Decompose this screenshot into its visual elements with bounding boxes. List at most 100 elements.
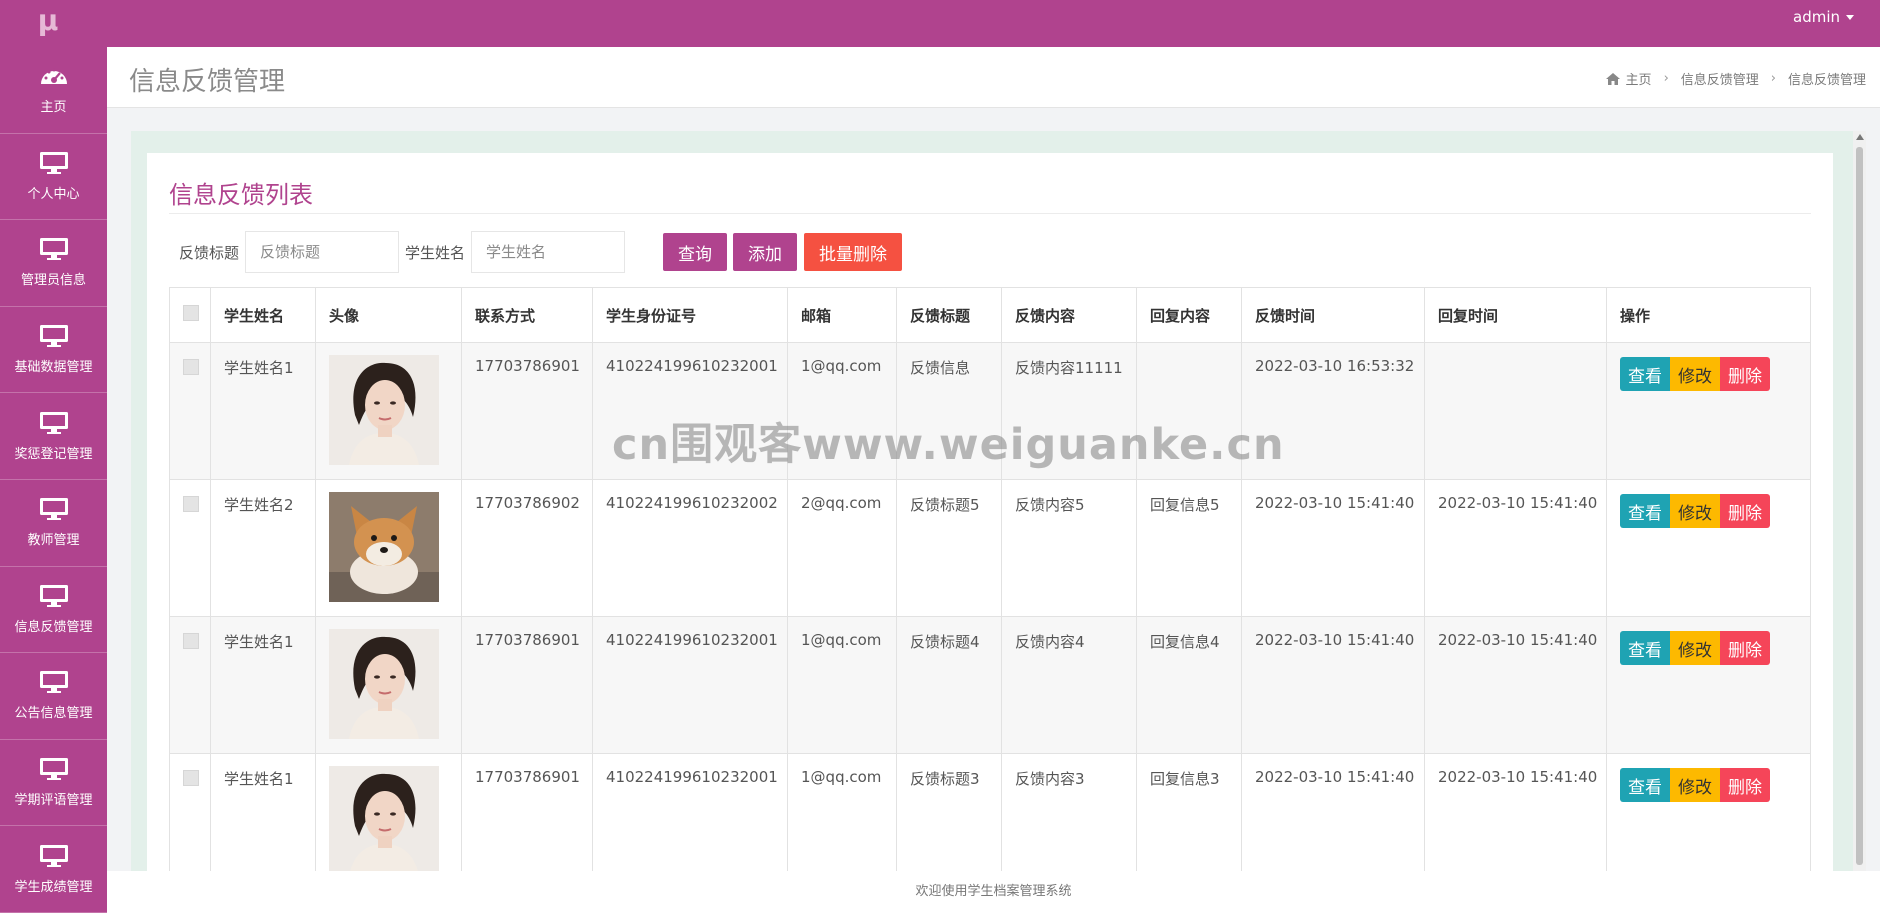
feedback-table: 学生姓名 头像 联系方式 学生身份证号 邮箱 反馈标题 反馈内容 回复内容 反馈… <box>169 287 1811 871</box>
feedback-title-cell: 反馈信息 <box>896 342 1002 480</box>
avatar-cell <box>315 342 462 480</box>
sidebar-item-admins[interactable]: 管理员信息 <box>0 220 107 307</box>
sidebar-item-profile[interactable]: 个人中心 <box>0 134 107 221</box>
column-header: 学生身份证号 <box>592 287 788 343</box>
row-checkbox[interactable] <box>183 633 199 649</box>
view-button[interactable]: 查看 <box>1620 494 1670 528</box>
batch-delete-button[interactable]: 批量删除 <box>804 233 903 271</box>
sidebar-item-feedback[interactable]: 信息反馈管理 <box>0 567 107 654</box>
feedback-title-input[interactable] <box>245 231 400 273</box>
user-menu[interactable]: admin <box>1793 8 1854 26</box>
scrollbar-thumb[interactable] <box>1856 147 1863 865</box>
student-name-cell: 学生姓名2 <box>210 479 316 617</box>
reply-content-cell <box>1136 342 1242 480</box>
sidebar-item-label: 个人中心 <box>27 186 80 202</box>
row-checkbox[interactable] <box>183 770 199 786</box>
feedback-title-label: 反馈标题 <box>179 243 240 262</box>
monitor-icon <box>39 844 68 867</box>
sidebar-item-label: 学生成绩管理 <box>14 879 93 895</box>
table-header-row: 学生姓名 头像 联系方式 学生身份证号 邮箱 反馈标题 反馈内容 回复内容 反馈… <box>169 287 1811 343</box>
column-header: 反馈标题 <box>896 287 1002 343</box>
phone-cell: 17703786902 <box>461 479 593 617</box>
email-cell: 2@qq.com <box>787 479 897 617</box>
view-button[interactable]: 查看 <box>1620 357 1670 391</box>
email-cell: 1@qq.com <box>787 616 897 754</box>
woman-portrait-avatar <box>329 629 439 739</box>
panel-title: 信息反馈列表 <box>169 181 313 209</box>
edit-button[interactable]: 修改 <box>1670 768 1720 802</box>
delete-button[interactable]: 删除 <box>1720 768 1770 802</box>
feedback-title-cell: 反馈标题3 <box>896 753 1002 871</box>
student-name-cell: 学生姓名1 <box>210 753 316 871</box>
sidebar-item-notices[interactable]: 公告信息管理 <box>0 653 107 740</box>
view-button[interactable]: 查看 <box>1620 631 1670 665</box>
monitor-icon <box>39 411 68 434</box>
column-header: 邮箱 <box>787 287 897 343</box>
feedback-content-cell: 反馈内容5 <box>1001 479 1137 617</box>
page-header: 信息反馈管理 主页 › 信息反馈管理 › 信息反馈管理 <box>107 47 1880 108</box>
view-button[interactable]: 查看 <box>1620 768 1670 802</box>
student-name-cell: 学生姓名1 <box>210 616 316 754</box>
sidebar: 主页 个人中心 管理员信息 基础数据管理 奖惩登记管理 教师管理 信息反馈管理 … <box>0 47 107 913</box>
row-checkbox[interactable] <box>183 359 199 375</box>
edit-button[interactable]: 修改 <box>1670 494 1720 528</box>
breadcrumb-current: 信息反馈管理 <box>1787 73 1866 88</box>
delete-button[interactable]: 删除 <box>1720 494 1770 528</box>
sidebar-item-grades[interactable]: 学生成绩管理 <box>0 826 107 913</box>
avatar-cell <box>315 616 462 754</box>
column-header: 回复内容 <box>1136 287 1242 343</box>
phone-cell: 17703786901 <box>461 753 593 871</box>
table-row: 学生姓名2 17703786902 410224199610232002 2@q… <box>169 479 1811 617</box>
divider <box>169 213 1811 214</box>
student-name-input[interactable] <box>471 231 626 273</box>
monitor-icon <box>39 325 68 348</box>
delete-button[interactable]: 删除 <box>1720 357 1770 391</box>
query-button[interactable]: 查询 <box>663 233 728 271</box>
woman-portrait-avatar <box>329 766 439 871</box>
feedback-time-cell: 2022-03-10 15:41:40 <box>1241 479 1425 617</box>
avatar-cell <box>315 479 462 617</box>
feedback-time-cell: 2022-03-10 15:41:40 <box>1241 753 1425 871</box>
monitor-icon <box>39 584 68 607</box>
add-button[interactable]: 添加 <box>733 233 798 271</box>
select-all-checkbox[interactable] <box>183 305 199 321</box>
sidebar-item-basic-data[interactable]: 基础数据管理 <box>0 307 107 394</box>
phone-cell: 17703786901 <box>461 342 593 480</box>
scroll-up-arrow-icon[interactable] <box>1856 134 1864 140</box>
breadcrumb-separator: › <box>1663 71 1669 86</box>
sidebar-item-label: 信息反馈管理 <box>14 619 93 635</box>
breadcrumb-item[interactable]: 信息反馈管理 <box>1681 69 1759 88</box>
sidebar-item-label: 学期评语管理 <box>14 793 93 809</box>
sidebar-item-label: 基础数据管理 <box>14 360 93 376</box>
sidebar-item-comments[interactable]: 学期评语管理 <box>0 740 107 827</box>
sidebar-item-home[interactable]: 主页 <box>0 47 107 134</box>
breadcrumb-home[interactable]: 主页 <box>1626 69 1652 88</box>
idcard-cell: 410224199610232001 <box>592 342 788 480</box>
email-cell: 1@qq.com <box>787 342 897 480</box>
feedback-title-cell: 反馈标题5 <box>896 479 1002 617</box>
select-all-cell <box>169 287 211 343</box>
feedback-content-cell: 反馈内容11111 <box>1001 342 1137 480</box>
top-bar: μ admin <box>0 0 1880 47</box>
edit-button[interactable]: 修改 <box>1670 631 1720 665</box>
feedback-content-cell: 反馈内容4 <box>1001 616 1137 754</box>
student-name-label: 学生姓名 <box>405 243 466 262</box>
email-cell: 1@qq.com <box>787 753 897 871</box>
sidebar-item-rewards[interactable]: 奖惩登记管理 <box>0 393 107 480</box>
column-header: 联系方式 <box>461 287 593 343</box>
sidebar-item-label: 奖惩登记管理 <box>14 446 93 462</box>
select-cell <box>169 479 211 617</box>
row-checkbox[interactable] <box>183 496 199 512</box>
sidebar-item-teachers[interactable]: 教师管理 <box>0 480 107 567</box>
app-logo[interactable]: μ <box>36 6 60 36</box>
vertical-scrollbar[interactable] <box>1853 131 1866 871</box>
page-title: 信息反馈管理 <box>129 67 286 97</box>
select-cell <box>169 753 211 871</box>
delete-button[interactable]: 删除 <box>1720 631 1770 665</box>
column-header: 回复时间 <box>1424 287 1607 343</box>
edit-button[interactable]: 修改 <box>1670 357 1720 391</box>
actions-cell: 查看 修改 删除 <box>1606 616 1811 754</box>
reply-time-cell: 2022-03-10 15:41:40 <box>1424 753 1607 871</box>
reply-time-cell: 2022-03-10 15:41:40 <box>1424 479 1607 617</box>
idcard-cell: 410224199610232002 <box>592 479 788 617</box>
